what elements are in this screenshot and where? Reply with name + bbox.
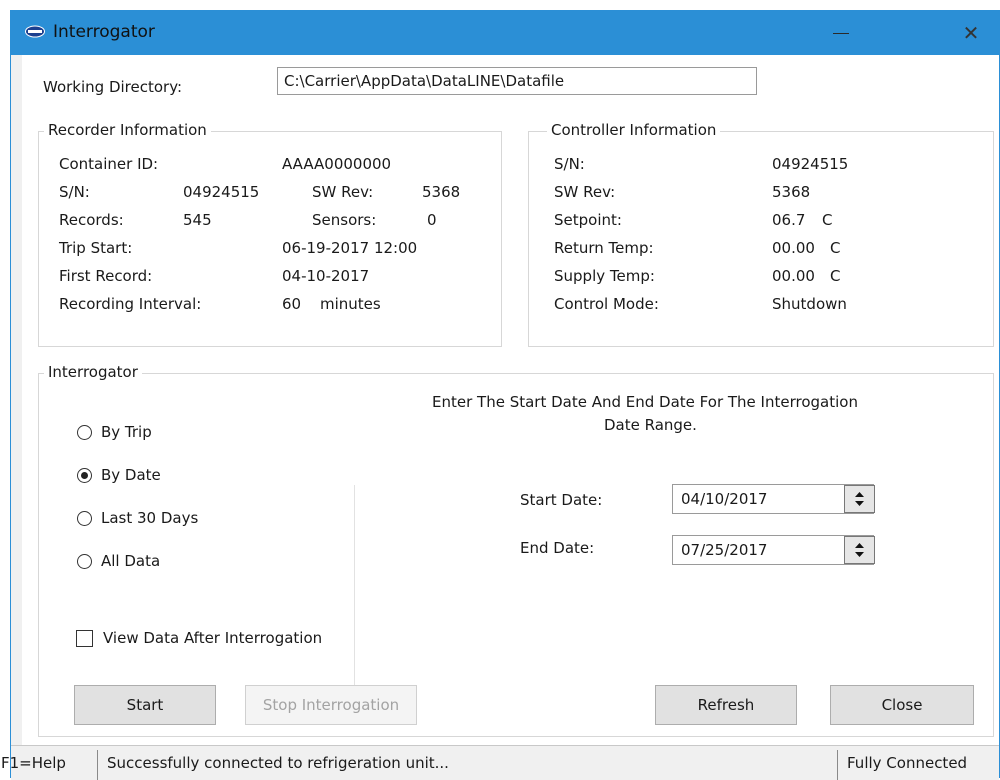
recording-interval-value: 60 bbox=[282, 295, 302, 313]
all-data-radio[interactable] bbox=[77, 554, 92, 569]
return-temp-value: 00.00 bbox=[772, 239, 815, 257]
interrogator-window: Interrogator ✕ Working Directory: C:\Car… bbox=[1, 10, 1000, 780]
supply-temp-label: Supply Temp: bbox=[554, 267, 655, 285]
return-temp-label: Return Temp: bbox=[554, 239, 654, 257]
recorder-information-legend: Recorder Information bbox=[44, 121, 211, 139]
client-area: Working Directory: C:\Carrier\AppData\Da… bbox=[22, 55, 999, 745]
end-date-label: End Date: bbox=[520, 539, 595, 557]
start-button[interactable]: Start bbox=[74, 685, 216, 725]
all-data-label[interactable]: All Data bbox=[101, 552, 160, 570]
setpoint-label: Setpoint: bbox=[554, 211, 622, 229]
control-mode-label: Control Mode: bbox=[554, 295, 659, 313]
status-separator bbox=[837, 750, 838, 780]
spinner-arrows-icon bbox=[855, 492, 864, 506]
status-message: Successfully connected to refrigeration … bbox=[107, 754, 449, 772]
first-record-label: First Record: bbox=[59, 267, 153, 285]
records-value: 545 bbox=[183, 211, 212, 229]
view-data-checkbox[interactable] bbox=[76, 630, 93, 647]
container-id-value: AAAA0000000 bbox=[282, 155, 392, 173]
close-button[interactable]: Close bbox=[830, 685, 974, 725]
working-directory-field[interactable]: C:\Carrier\AppData\DataLINE\Datafile bbox=[277, 67, 757, 95]
status-bar: F1=Help Successfully connected to refrig… bbox=[1, 745, 999, 780]
return-temp-unit: C bbox=[830, 239, 841, 257]
supply-temp-unit: C bbox=[830, 267, 841, 285]
last-30-days-radio[interactable] bbox=[77, 511, 92, 526]
trip-start-value: 06-19-2017 12:00 bbox=[282, 239, 418, 257]
title-bar[interactable]: Interrogator ✕ bbox=[11, 11, 999, 55]
first-record-value: 04-10-2017 bbox=[282, 267, 370, 285]
status-separator bbox=[97, 750, 98, 780]
close-window-button[interactable]: ✕ bbox=[951, 15, 991, 51]
status-help: F1=Help bbox=[1, 754, 66, 772]
end-date-spinner[interactable] bbox=[844, 536, 875, 564]
interrogator-legend: Interrogator bbox=[44, 363, 142, 381]
minimize-icon bbox=[833, 33, 849, 34]
by-date-label[interactable]: By Date bbox=[101, 466, 161, 484]
instruction-line-2: Date Range. bbox=[604, 416, 697, 434]
controller-information-legend: Controller Information bbox=[547, 121, 721, 139]
recorder-swrev-value: 5368 bbox=[422, 183, 461, 201]
controller-sn-label: S/N: bbox=[554, 155, 585, 173]
recorder-swrev-label: SW Rev: bbox=[312, 183, 374, 201]
supply-temp-value: 00.00 bbox=[772, 267, 815, 285]
app-icon bbox=[25, 25, 45, 38]
recorder-sn-label: S/N: bbox=[59, 183, 90, 201]
last-30-days-label[interactable]: Last 30 Days bbox=[101, 509, 198, 527]
option-divider bbox=[354, 485, 355, 685]
spinner-arrows-icon bbox=[855, 543, 864, 557]
by-trip-label[interactable]: By Trip bbox=[101, 423, 152, 441]
refresh-button[interactable]: Refresh bbox=[655, 685, 797, 725]
stop-interrogation-button[interactable]: Stop Interrogation bbox=[245, 685, 417, 725]
sensors-label: Sensors: bbox=[312, 211, 377, 229]
by-trip-radio[interactable] bbox=[77, 425, 92, 440]
setpoint-unit: C bbox=[822, 211, 833, 229]
by-date-radio[interactable] bbox=[77, 468, 92, 483]
recording-interval-unit: minutes bbox=[320, 295, 381, 313]
window-title: Interrogator bbox=[53, 22, 155, 42]
start-date-label: Start Date: bbox=[520, 491, 603, 509]
view-data-label[interactable]: View Data After Interrogation bbox=[103, 629, 322, 647]
controller-swrev-value: 5368 bbox=[772, 183, 811, 201]
setpoint-value: 06.7 bbox=[772, 211, 806, 229]
start-date-spinner[interactable] bbox=[844, 485, 875, 513]
connection-status: Fully Connected bbox=[847, 754, 968, 772]
minimize-button[interactable] bbox=[819, 15, 863, 51]
trip-start-label: Trip Start: bbox=[59, 239, 133, 257]
container-id-label: Container ID: bbox=[59, 155, 159, 173]
recorder-sn-value: 04924515 bbox=[183, 183, 260, 201]
sensors-value: 0 bbox=[427, 211, 437, 229]
recording-interval-label: Recording Interval: bbox=[59, 295, 202, 313]
records-label: Records: bbox=[59, 211, 124, 229]
close-icon: ✕ bbox=[962, 21, 980, 45]
control-mode-value: Shutdown bbox=[772, 295, 847, 313]
controller-sn-value: 04924515 bbox=[772, 155, 849, 173]
working-directory-label: Working Directory: bbox=[43, 78, 183, 96]
instruction-line-1: Enter The Start Date And End Date For Th… bbox=[432, 393, 858, 411]
controller-swrev-label: SW Rev: bbox=[554, 183, 616, 201]
